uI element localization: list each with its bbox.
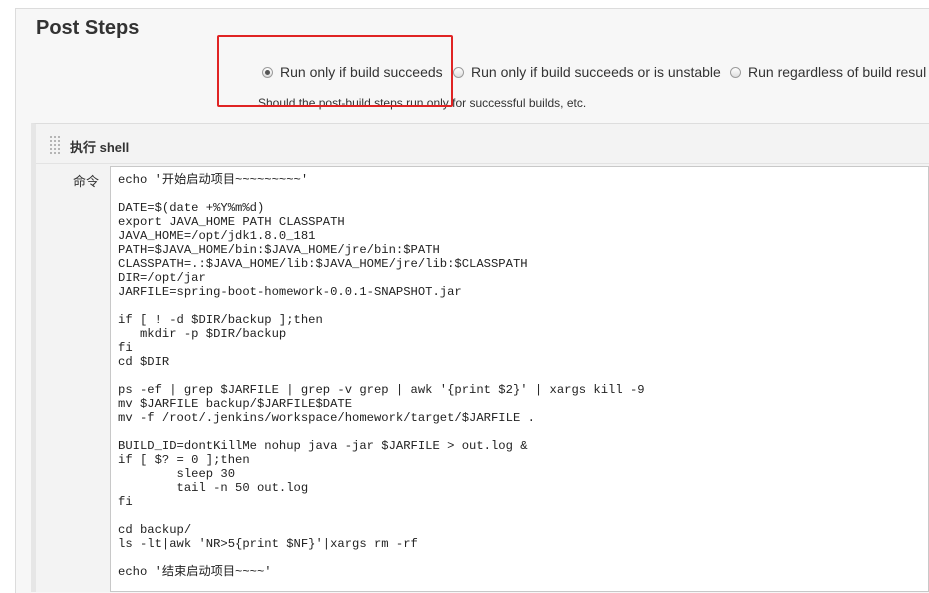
code-line: PATH=$JAVA_HOME/bin:$JAVA_HOME/jre/bin:$… [118,243,440,257]
command-code: echo '开始启动项目~~~~~~~~~' DATE=$(date +%Y%m… [118,173,645,579]
radio-unchecked-icon[interactable] [730,66,741,78]
radio-label: Run regardless of build resul [748,64,927,80]
radio-run-if-succeeds-or-unstable[interactable]: Run only if build succeeds or is unstabl… [453,64,721,80]
code-line: echo '开始启动项目~~~~~~~~~' [118,173,309,187]
code-line: JAVA_HOME=/opt/jdk1.8.0_181 [118,229,316,243]
command-label: 命令 [73,174,100,189]
code-line: BUILD_ID=dontKillMe nohup java -jar $JAR… [118,439,528,453]
highlight-box [217,35,453,107]
command-textarea[interactable]: echo '开始启动项目~~~~~~~~~' DATE=$(date +%Y%m… [110,166,929,592]
code-line: fi [118,341,133,355]
radio-run-regardless[interactable]: Run regardless of build resul [730,64,926,80]
code-line: mv -f /root/.jenkins/workspace/homework/… [118,411,535,425]
code-line: fi [118,495,133,509]
run-condition-group: Run only if build succeeds Run only if b… [0,64,929,88]
code-line: export JAVA_HOME PATH CLASSPATH [118,215,345,229]
section-title: Post Steps [36,17,140,39]
code-line: mv $JARFILE backup/$JARFILE$DATE [118,397,353,411]
code-line: if [ ! -d $DIR/backup ];then [118,313,323,327]
code-line: if [ $? = 0 ];then [118,453,250,467]
code-line: CLASSPATH=.:$JAVA_HOME/lib:$JAVA_HOME/jr… [118,257,528,271]
builder-title: 执行 shell [70,140,130,155]
divider [36,163,929,164]
code-line: ps -ef | grep $JARFILE | grep -v grep | … [118,383,645,397]
code-line: JARFILE=spring-boot-homework-0.0.1-SNAPS… [118,285,462,299]
code-line: cd $DIR [118,355,170,369]
code-line: ls -lt|awk 'NR>5{print $NF}'|xargs rm -r… [118,537,418,551]
code-line: cd backup/ [118,523,192,537]
code-line: mkdir -p $DIR/backup [118,327,287,341]
code-line: echo '结束启动项目~~~~' [118,565,272,579]
radio-unchecked-icon[interactable] [453,66,464,78]
code-line: DATE=$(date +%Y%m%d) [118,201,265,215]
code-line: tail -n 50 out.log [118,481,309,495]
drag-handle-icon[interactable] [50,136,62,154]
code-line: sleep 30 [118,467,236,481]
radio-label: Run only if build succeeds or is unstabl… [471,64,721,80]
code-line: DIR=/opt/jar [118,271,206,285]
